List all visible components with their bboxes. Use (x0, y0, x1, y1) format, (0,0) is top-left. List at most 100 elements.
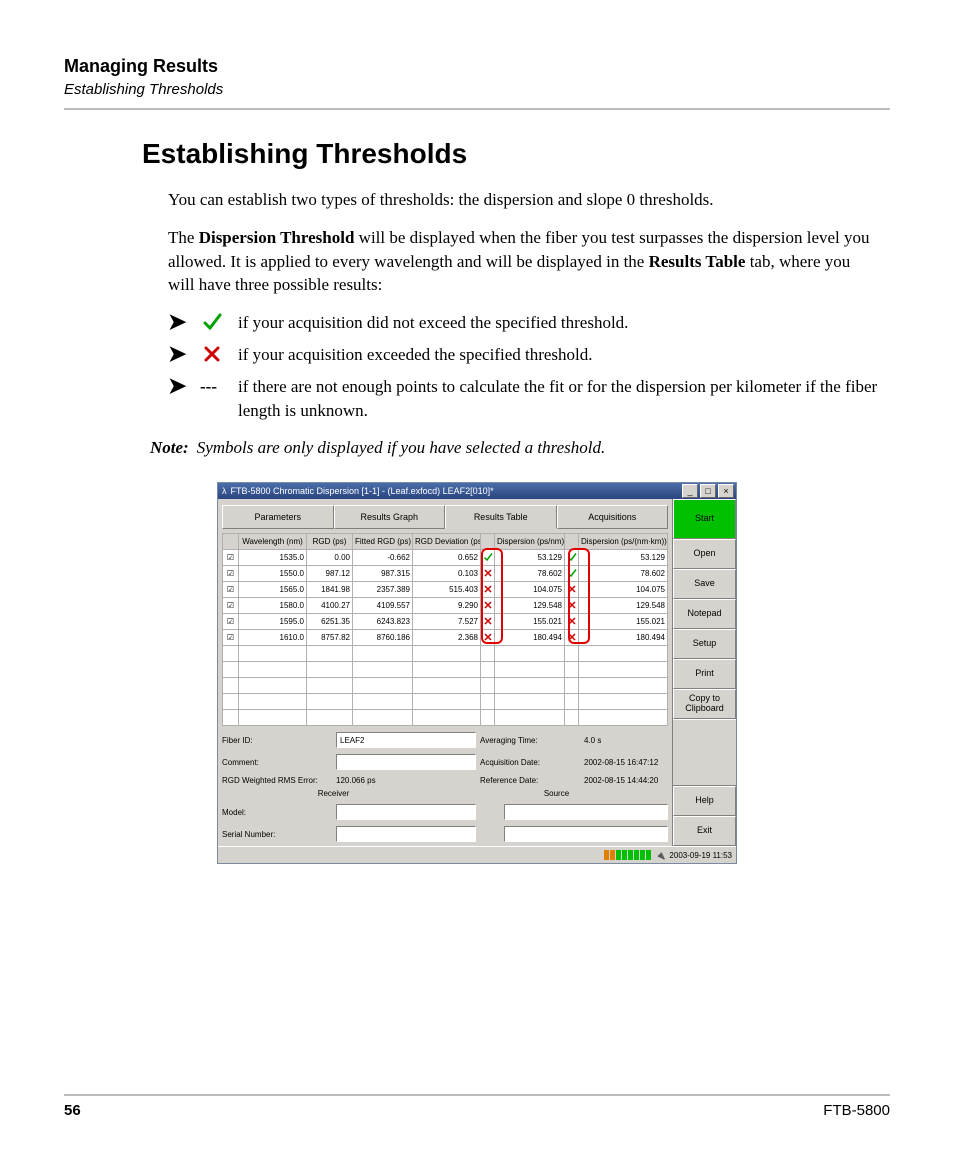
table-row: ☑1595.06251.356243.8237.527155.021155.02… (223, 614, 668, 630)
label-model: Model: (222, 808, 332, 817)
input-fiber-id[interactable]: LEAF2 (336, 732, 476, 748)
plug-icon: 🔌 (655, 851, 665, 860)
note: Note: Symbols are only displayed if you … (64, 438, 890, 458)
tab-parameters[interactable]: Parameters (222, 505, 334, 529)
header-subsection: Establishing Thresholds (64, 81, 890, 98)
input-source-model[interactable] (504, 804, 668, 820)
status-bar: 🔌 2003-09-19 11:53 (218, 846, 736, 863)
header-rule (64, 108, 890, 110)
copy-clipboard-button[interactable]: Copy to Clipboard (673, 689, 736, 719)
bullet-arrow-icon: ➤ (168, 343, 186, 365)
tab-results-graph[interactable]: Results Graph (334, 505, 446, 529)
row-checkbox[interactable]: ☑ (223, 598, 239, 614)
intro-paragraph-1: You can establish two types of threshold… (168, 188, 880, 212)
header-section: Managing Results (64, 56, 890, 77)
product-id: FTB-5800 (823, 1102, 890, 1119)
close-button[interactable]: × (718, 484, 734, 498)
results-table-wrap: Wavelength (nm) RGD (ps) Fitted RGD (ps)… (222, 533, 668, 726)
title-bar[interactable]: λ FTB-5800 Chromatic Dispersion [1-1] - … (218, 483, 736, 499)
side-panel: Start Open Save Notepad Setup Print Copy… (672, 499, 736, 846)
label-source: Source (445, 789, 668, 798)
status-icon (481, 566, 495, 582)
table-row-empty (223, 678, 668, 694)
label-comment: Comment: (222, 758, 332, 767)
tab-bar: Parameters Results Graph Results Table A… (222, 505, 668, 529)
status-icon (481, 630, 495, 646)
maximize-button[interactable]: □ (700, 484, 716, 498)
status-timestamp: 2003-09-19 11:53 (669, 851, 732, 860)
value-avg-time: 4.0 s (584, 736, 668, 745)
status-icon (481, 614, 495, 630)
bullet-arrow-icon: ➤ (168, 311, 186, 333)
page-number: 56 (64, 1102, 81, 1119)
row-checkbox[interactable]: ☑ (223, 550, 239, 566)
label-rms: RGD Weighted RMS Error: (222, 776, 332, 785)
row-checkbox[interactable]: ☑ (223, 630, 239, 646)
table-row-empty (223, 662, 668, 678)
help-button[interactable]: Help (673, 786, 736, 816)
table-row: ☑1610.08757.828760.1862.368180.494180.49… (223, 630, 668, 646)
table-header-row: Wavelength (nm) RGD (ps) Fitted RGD (ps)… (223, 534, 668, 550)
status-icon (565, 598, 579, 614)
save-button[interactable]: Save (673, 569, 736, 599)
window-title: FTB-5800 Chromatic Dispersion [1-1] - (L… (231, 486, 494, 496)
table-row: ☑1535.00.00-0.6620.65253.12953.129 (223, 550, 668, 566)
check-fail-icon (200, 342, 224, 366)
table-row: ☑1565.01841.982357.389515.403104.075104.… (223, 582, 668, 598)
input-source-serial[interactable] (504, 826, 668, 842)
input-receiver-serial[interactable] (336, 826, 476, 842)
label-ref-date: Reference Date: (480, 776, 580, 785)
input-receiver-model[interactable] (336, 804, 476, 820)
notepad-button[interactable]: Notepad (673, 599, 736, 629)
setup-button[interactable]: Setup (673, 629, 736, 659)
result-item-none: ➤ --- if there are not enough points to … (168, 375, 880, 423)
label-acq-date: Acquisition Date: (480, 758, 580, 767)
tab-results-table[interactable]: Results Table (445, 505, 557, 529)
result-item-pass: ➤ if your acquisition did not exceed the… (168, 311, 880, 335)
note-text: Symbols are only displayed if you have s… (197, 438, 606, 458)
table-row-empty (223, 694, 668, 710)
table-row-empty (223, 710, 668, 726)
tab-acquisitions[interactable]: Acquisitions (557, 505, 669, 529)
detail-panel: Fiber ID: LEAF2 Averaging Time: 4.0 s Co… (222, 732, 668, 785)
app-window: λ FTB-5800 Chromatic Dispersion [1-1] - … (217, 482, 737, 864)
exit-button[interactable]: Exit (673, 816, 736, 846)
result-item-fail: ➤ if your acquisition exceeded the speci… (168, 343, 880, 367)
label-receiver: Receiver (222, 789, 445, 798)
check-pass-icon (200, 310, 224, 334)
label-avg-time: Averaging Time: (480, 736, 580, 745)
minimize-button[interactable]: _ (682, 484, 698, 498)
status-icon (565, 582, 579, 598)
row-checkbox[interactable]: ☑ (223, 566, 239, 582)
value-acq-date: 2002-08-15 16:47:12 (584, 758, 668, 767)
note-label: Note: (150, 438, 189, 458)
table-row: ☑1550.0987.12987.3150.10378.60278.602 (223, 566, 668, 582)
result-list: ➤ if your acquisition did not exceed the… (168, 311, 880, 422)
section-title: Establishing Thresholds (142, 138, 880, 170)
page-footer: 56 FTB-5800 (64, 1094, 890, 1119)
status-icon (565, 550, 579, 566)
status-icon (481, 550, 495, 566)
status-icon (565, 630, 579, 646)
table-row: ☑1580.04100.274109.5579.290129.548129.54… (223, 598, 668, 614)
input-comment[interactable] (336, 754, 476, 770)
signal-meter-icon (604, 850, 651, 860)
dash-icon: --- (200, 375, 217, 399)
value-rms: 120.066 ps (336, 776, 476, 785)
table-row-empty (223, 646, 668, 662)
status-icon (481, 598, 495, 614)
value-ref-date: 2002-08-15 14:44:20 (584, 776, 668, 785)
row-checkbox[interactable]: ☑ (223, 614, 239, 630)
label-fiber-id: Fiber ID: (222, 736, 332, 745)
intro-paragraph-2: The Dispersion Threshold will be display… (168, 226, 880, 297)
page-header: Managing Results Establishing Thresholds (64, 56, 890, 110)
print-button[interactable]: Print (673, 659, 736, 689)
start-button[interactable]: Start (673, 499, 736, 539)
status-icon (481, 582, 495, 598)
bullet-arrow-icon: ➤ (168, 375, 186, 397)
row-checkbox[interactable]: ☑ (223, 582, 239, 598)
open-button[interactable]: Open (673, 539, 736, 569)
label-serial: Serial Number: (222, 830, 332, 839)
status-icon (565, 614, 579, 630)
status-icon (565, 566, 579, 582)
